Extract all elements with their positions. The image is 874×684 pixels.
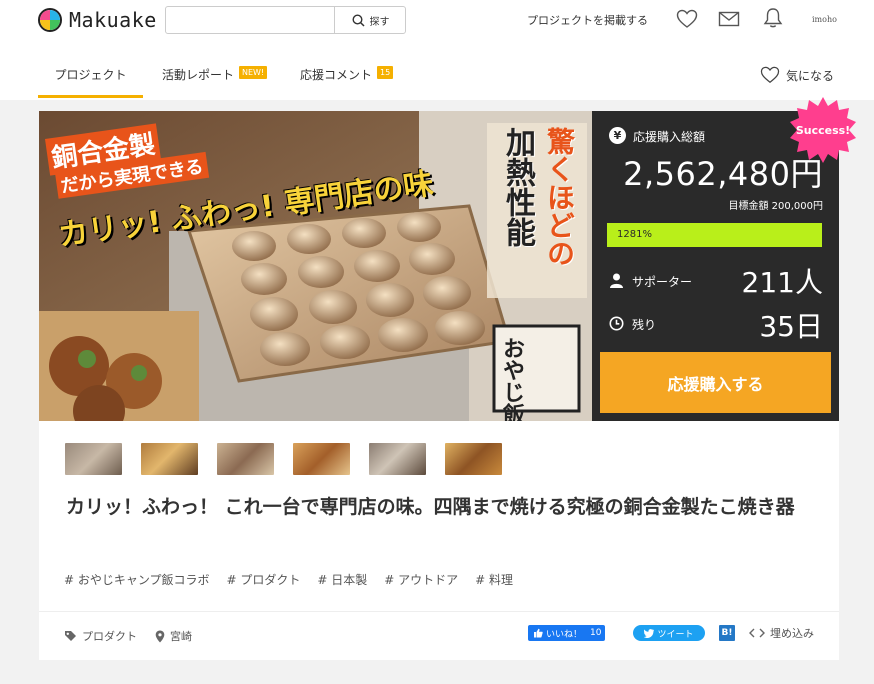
heart-icon[interactable] <box>676 9 698 29</box>
tag-link[interactable]: # プロダクト <box>227 571 301 588</box>
hero-text-amazing: 驚くほどの <box>543 127 576 267</box>
embed-label: 埋め込み <box>770 627 814 640</box>
project-card: 銅合金製 だから実現できる カリッ! ふわっ! 専門店の味 驚くほどの 加熱性能… <box>39 97 856 660</box>
hero-image[interactable]: 銅合金製 だから実現できる カリッ! ふわっ! 専門店の味 驚くほどの 加熱性能… <box>39 111 592 421</box>
category-link[interactable]: プロダクト <box>64 628 137 644</box>
tab-label: プロジェクト <box>54 68 127 82</box>
tag-link[interactable]: # アウトドア <box>384 571 458 588</box>
oyaji-meshi-logo: おやじ飯 <box>499 337 525 421</box>
tab-project[interactable]: プロジェクト <box>38 58 143 98</box>
tab-activity-report[interactable]: 活動レポート NEW! <box>162 58 268 98</box>
tweet-button[interactable]: ツイート <box>633 625 705 641</box>
twitter-bird-icon <box>644 628 655 638</box>
facebook-like-count: 10 <box>590 628 602 638</box>
category-label: プロダクト <box>82 630 137 643</box>
site-header: Makuake 探す プロジェクトを掲載する imoho プロジェクト 活動レポ… <box>0 0 874 100</box>
favorite-button[interactable]: 気になる <box>760 66 834 84</box>
makuake-logo-icon <box>38 8 62 32</box>
location-link[interactable]: 宮崎 <box>155 628 192 644</box>
success-text: Success! <box>795 123 851 137</box>
username[interactable]: imoho <box>812 15 837 24</box>
search-button-label: 探す <box>369 16 390 28</box>
tag-list: # おやじキャンプ飯コラボ # プロダクト # 日本製 # アウトドア # 料理 <box>64 571 530 588</box>
yen-icon: ¥ <box>609 127 626 144</box>
location-label: 宮崎 <box>170 630 192 643</box>
person-icon <box>610 273 623 288</box>
thumbnail[interactable] <box>217 443 274 475</box>
supporters-value: 211人 <box>741 266 823 299</box>
target-amount: 目標金額 200,000円 <box>728 197 823 212</box>
facebook-like-button[interactable]: いいね！ 10 <box>528 625 605 641</box>
search-icon <box>351 13 365 27</box>
tag-link[interactable]: # 料理 <box>475 571 513 588</box>
project-title: カリッ！ふわっ！ これ一台で専門店の味。四隅まで焼ける究極の銅合金製たこ焼き器 <box>66 496 795 518</box>
thumbnail[interactable] <box>369 443 426 475</box>
tag-link[interactable]: # おやじキャンプ飯コラボ <box>64 571 210 588</box>
favorite-label: 気になる <box>786 68 835 83</box>
tab-label: 活動レポート <box>162 68 235 82</box>
mail-icon[interactable] <box>718 9 740 29</box>
thumbnail[interactable] <box>293 443 350 475</box>
success-badge: Success! <box>790 97 856 163</box>
tab-support-comments[interactable]: 応援コメント 15 <box>300 58 394 98</box>
logo-text: Makuake <box>69 8 157 32</box>
tag-icon <box>65 630 76 641</box>
thumbnail[interactable] <box>445 443 502 475</box>
progress-bar: 1281% <box>607 223 822 247</box>
comment-count-badge: 15 <box>377 66 394 79</box>
facebook-like-label: いいね！ <box>546 629 583 640</box>
total-label: 応援購入総額 <box>633 130 706 144</box>
search-box: 探す <box>165 6 406 34</box>
tag-link[interactable]: # 日本製 <box>317 571 367 588</box>
buy-button[interactable]: 応援購入する <box>600 352 831 413</box>
clock-icon <box>609 316 624 331</box>
remaining-value: 35日 <box>759 310 823 343</box>
search-button[interactable]: 探す <box>334 7 406 33</box>
hero-text-heat: 加熱性能 <box>500 127 535 247</box>
divider <box>39 611 839 612</box>
thumbnail[interactable] <box>141 443 198 475</box>
embed-button[interactable]: 埋め込み <box>749 625 814 641</box>
tweet-label: ツイート <box>657 629 694 640</box>
heart-icon <box>760 66 780 83</box>
thumbs-up-icon <box>534 628 543 638</box>
tab-label: 応援コメント <box>300 68 373 82</box>
hatena-bookmark-button[interactable]: B! <box>719 625 735 641</box>
thumbnail[interactable] <box>65 443 122 475</box>
code-brackets-icon <box>749 628 765 638</box>
bell-icon[interactable] <box>763 7 783 29</box>
funding-panel: ¥ 応援購入総額 2,562,480円 目標金額 200,000円 1281% … <box>592 97 856 421</box>
makuake-logo[interactable]: Makuake <box>38 8 157 32</box>
search-input[interactable] <box>166 7 334 33</box>
target-label: 目標金額 <box>728 201 769 212</box>
progress-percent: 1281% <box>617 229 652 240</box>
post-project-link[interactable]: プロジェクトを掲載する <box>527 12 648 28</box>
supporters-label: サポーター <box>632 275 693 289</box>
target-value: 200,000円 <box>771 201 823 212</box>
thumbnail-strip <box>65 443 521 475</box>
location-pin-icon <box>155 630 165 642</box>
new-badge: NEW! <box>239 66 268 79</box>
remaining-label: 残り <box>632 318 657 332</box>
